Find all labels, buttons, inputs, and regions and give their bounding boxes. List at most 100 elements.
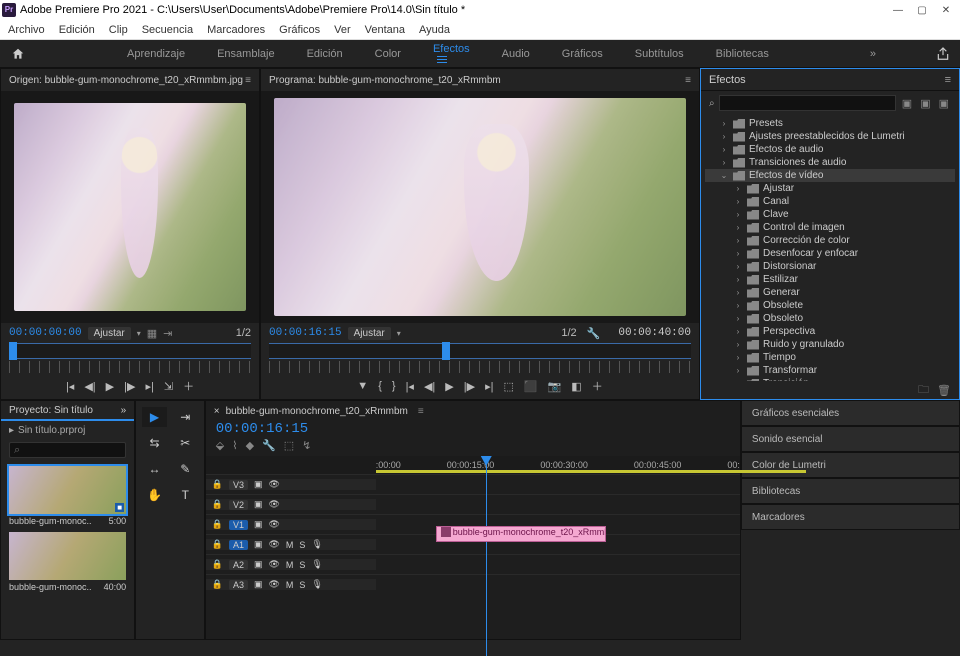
lock-icon[interactable]: 🔒	[212, 539, 223, 550]
toggle-output-icon[interactable]: ▣	[254, 559, 263, 570]
toggle-output-icon[interactable]: ▣	[254, 539, 263, 550]
track-select-tool[interactable]: ⇥	[173, 407, 198, 427]
settings-icon[interactable]: 🔧	[587, 327, 601, 340]
razor-tool[interactable]: ✂	[173, 433, 198, 453]
effects-folder[interactable]: ›Generar	[705, 286, 955, 299]
workspace-ensamblaje[interactable]: Ensamblaje	[211, 44, 280, 64]
workspace-bibliotecas[interactable]: Bibliotecas	[710, 44, 775, 64]
lock-icon[interactable]: 🔒	[212, 499, 223, 510]
program-viewer[interactable]	[261, 91, 699, 323]
program-scrub-bar[interactable]	[269, 343, 691, 359]
go-out-icon[interactable]: ▸|	[485, 380, 493, 393]
panel-menu-icon[interactable]: ≡	[245, 75, 251, 86]
sequence-icon[interactable]: ⬚	[284, 439, 294, 452]
effects-folder[interactable]: ›Presets	[705, 117, 955, 130]
workspace-edicion[interactable]: Edición	[301, 44, 349, 64]
timeline-ruler[interactable]: :00:00 00:00:15:00 00:00:30:00 00:00:45:…	[206, 456, 740, 474]
hand-tool[interactable]: ✋	[142, 485, 167, 505]
effects-folder[interactable]: ›Ajustar	[705, 182, 955, 195]
add-icon[interactable]: ＋	[183, 378, 194, 394]
track-a3[interactable]: 🔒A3▣👁MS🎙	[206, 574, 740, 594]
step-fwd-icon[interactable]: |▶	[464, 380, 475, 393]
fx-badge-icon[interactable]: ▣	[937, 97, 951, 110]
menu-secuencia[interactable]: Secuencia	[142, 24, 193, 36]
effects-folder[interactable]: ›Obsoleto	[705, 312, 955, 325]
project-search-input[interactable]: ⌕	[9, 442, 126, 458]
eye-icon[interactable]: 👁	[268, 579, 279, 590]
track-a2[interactable]: 🔒A2▣👁MS🎙	[206, 554, 740, 574]
workspace-subtitulos[interactable]: Subtítulos	[629, 44, 690, 64]
effects-folder[interactable]: ›Obsolete	[705, 299, 955, 312]
minimize-button[interactable]: —	[886, 5, 910, 16]
delete-icon[interactable]: 🗑	[937, 384, 951, 397]
source-timecode[interactable]: 00:00:00:00	[9, 327, 82, 339]
toggle-output-icon[interactable]: ▣	[254, 479, 263, 490]
maximize-button[interactable]: ▢	[910, 5, 934, 16]
menu-archivo[interactable]: Archivo	[8, 24, 45, 36]
home-icon[interactable]	[10, 47, 26, 61]
export-frame-icon[interactable]: 📷	[548, 380, 562, 393]
slip-tool[interactable]: ↔	[142, 459, 167, 479]
menu-marcadores[interactable]: Marcadores	[207, 24, 265, 36]
effects-folder[interactable]: ›Canal	[705, 195, 955, 208]
mark-in-icon[interactable]: |◂	[66, 380, 74, 393]
menu-clip[interactable]: Clip	[109, 24, 128, 36]
effects-tab[interactable]: Efectos ≡	[701, 69, 959, 91]
mark-out-icon[interactable]: ▸|	[145, 380, 153, 393]
insert-icon[interactable]: ⇲	[164, 380, 173, 393]
compare-icon[interactable]: ◧	[571, 380, 581, 393]
source-zoom[interactable]: 1/2	[236, 327, 251, 339]
collapsed-panel[interactable]: Marcadores	[741, 504, 960, 530]
effects-folder[interactable]: ›Transformar	[705, 364, 955, 377]
workspace-efectos[interactable]: Efectos	[427, 39, 476, 69]
mark-in-icon[interactable]: {	[378, 380, 382, 392]
program-fit-dropdown[interactable]: Ajustar	[348, 327, 391, 340]
source-viewer[interactable]	[1, 91, 259, 323]
work-area-bar[interactable]	[376, 470, 806, 473]
effects-search-input[interactable]	[719, 95, 896, 111]
fx-badge-icon[interactable]: ▣	[918, 97, 932, 110]
lift-icon[interactable]: ⬚	[503, 380, 513, 393]
project-tab[interactable]: Proyecto: Sin título»	[1, 401, 134, 421]
workspace-color[interactable]: Color	[369, 44, 407, 64]
play-icon[interactable]: ▶	[106, 380, 114, 393]
workspace-graficos[interactable]: Gráficos	[556, 44, 609, 64]
source-grid-icon[interactable]: ▦	[147, 327, 157, 340]
step-back-icon[interactable]: ◀|	[424, 380, 435, 393]
menu-ver[interactable]: Ver	[334, 24, 351, 36]
toggle-output-icon[interactable]: ▣	[254, 579, 263, 590]
step-back-icon[interactable]: ◀|	[84, 380, 95, 393]
close-button[interactable]: ✕	[934, 5, 958, 16]
ripple-tool[interactable]: ⇆	[142, 433, 167, 453]
pen-tool[interactable]: ✎	[173, 459, 198, 479]
effects-folder[interactable]: ⌄Efectos de vídeo	[705, 169, 955, 182]
snap-icon[interactable]: ⬙	[216, 439, 224, 452]
timeline-timecode[interactable]: 00:00:16:15	[206, 421, 740, 437]
track-v3[interactable]: 🔒V3▣👁	[206, 474, 740, 494]
type-tool[interactable]: T	[173, 485, 198, 505]
eye-icon[interactable]: 👁	[268, 499, 279, 510]
go-in-icon[interactable]: |◂	[406, 380, 414, 393]
effects-folder[interactable]: ›Corrección de color	[705, 234, 955, 247]
new-bin-icon[interactable]: 🗀	[918, 381, 929, 400]
menu-ayuda[interactable]: Ayuda	[419, 24, 450, 36]
lock-icon[interactable]: 🔒	[212, 519, 223, 530]
lock-icon[interactable]: 🔒	[212, 559, 223, 570]
effects-folder[interactable]: ›Ruido y granulado	[705, 338, 955, 351]
eye-icon[interactable]: 👁	[268, 519, 279, 530]
effects-tree[interactable]: ›Presets›Ajustes preestablecidos de Lume…	[701, 115, 959, 381]
eye-icon[interactable]: 👁	[268, 559, 279, 570]
project-item[interactable]: ■bubble-gum-monoc..5:00	[9, 466, 126, 526]
program-timecode[interactable]: 00:00:16:15	[269, 327, 342, 339]
effects-folder[interactable]: ›Clave	[705, 208, 955, 221]
eye-icon[interactable]: 👁	[268, 479, 279, 490]
effects-folder[interactable]: ›Efectos de audio	[705, 143, 955, 156]
extract-icon[interactable]: ⬛	[524, 380, 538, 393]
playhead[interactable]	[486, 456, 487, 656]
timeline-tab[interactable]: × bubble-gum-monochrome_t20_xRmmbm ≡	[206, 401, 740, 421]
play-icon[interactable]: ▶	[445, 380, 453, 393]
step-fwd-icon[interactable]: |▶	[124, 380, 135, 393]
effects-folder[interactable]: ›Estilizar	[705, 273, 955, 286]
fx-badge-icon[interactable]: ▣	[900, 97, 914, 110]
marker-icon[interactable]: ▼	[357, 380, 368, 392]
